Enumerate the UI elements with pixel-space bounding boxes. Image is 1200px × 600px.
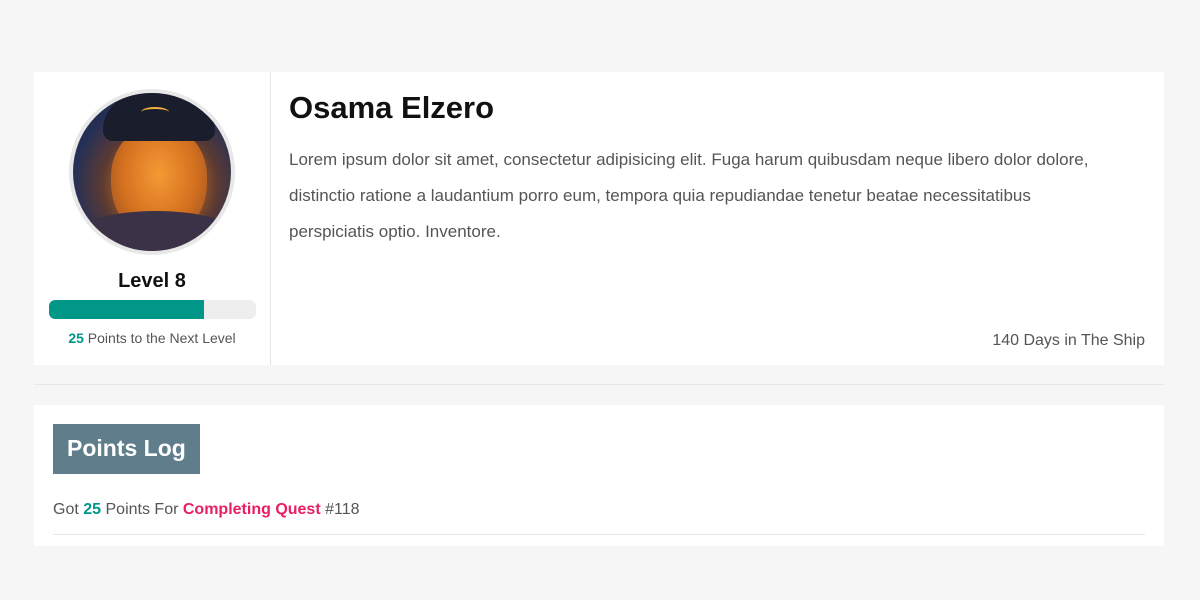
profile-name: Osama Elzero xyxy=(289,90,495,125)
log-item-middle: Points For xyxy=(105,501,179,518)
avatar-cap xyxy=(103,93,215,141)
profile-card: Level 8 25 Points to the Next Level Osam… xyxy=(34,72,1164,365)
section-divider xyxy=(34,384,1164,385)
log-item-prefix: Got xyxy=(53,501,79,518)
avatar xyxy=(69,89,235,255)
log-item-points: 25 xyxy=(83,501,102,518)
days-in-ship: 140 Days in The Ship xyxy=(992,332,1145,349)
profile-sidebar: Level 8 25 Points to the Next Level xyxy=(34,72,271,365)
level-label: Level 8 xyxy=(118,270,186,292)
points-log-title: Points Log xyxy=(53,424,200,474)
profile-info: Osama Elzero Lorem ipsum dolor sit amet,… xyxy=(271,72,1164,365)
log-item-action: Completing Quest xyxy=(182,501,321,518)
log-item-quest-id: #118 xyxy=(320,501,360,518)
points-to-next-value: 25 xyxy=(68,330,84,346)
profile-bio: Lorem ipsum dolor sit amet, consectetur … xyxy=(289,150,1089,241)
points-log-item: Got 25 Points For Completing Quest #118 xyxy=(53,501,1145,535)
level-progress-bar xyxy=(48,300,256,319)
points-log-card: Points Log Got 25 Points For Completing … xyxy=(34,405,1164,546)
avatar-shirt xyxy=(73,211,231,251)
points-to-next-level: 25 Points to the Next Level xyxy=(68,330,235,346)
points-to-next-text: Points to the Next Level xyxy=(87,330,236,346)
level-progress-fill xyxy=(48,300,204,319)
